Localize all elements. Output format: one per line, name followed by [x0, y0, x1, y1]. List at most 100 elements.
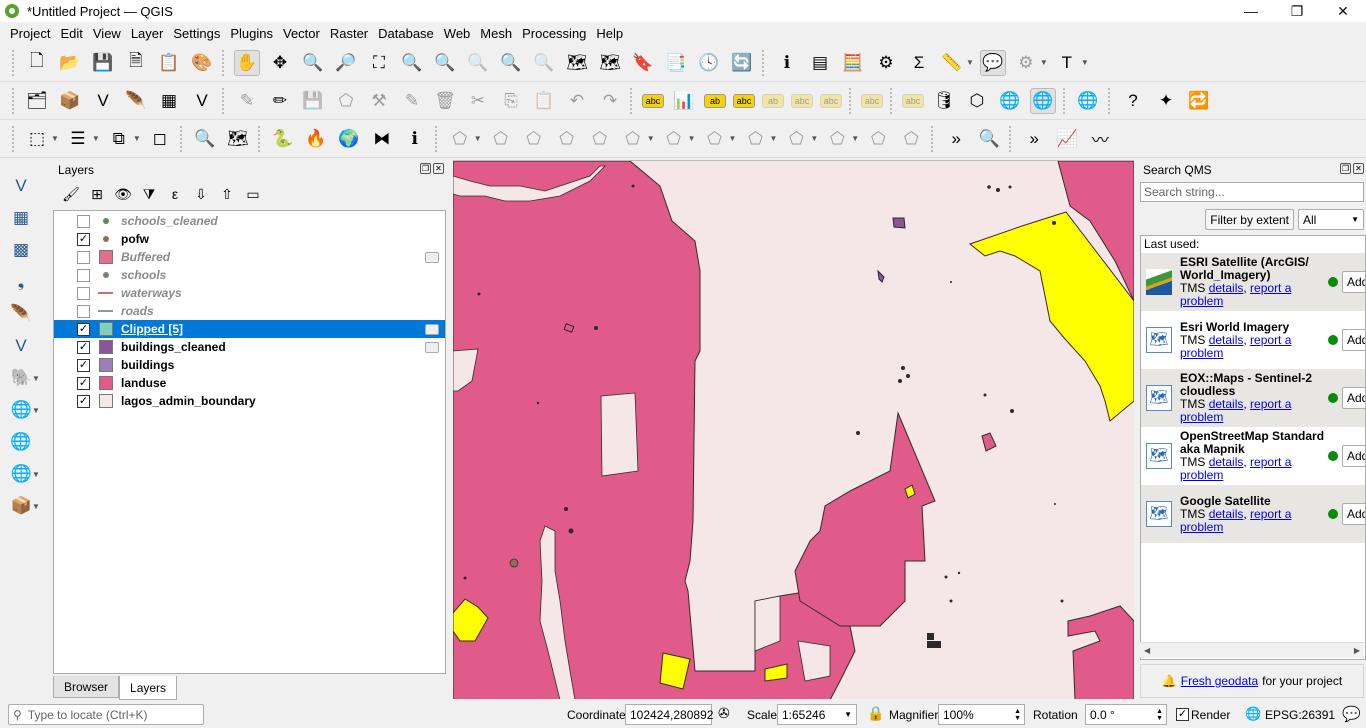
select-features-icon[interactable]: ⬚	[24, 126, 50, 152]
toolbar-grip[interactable]	[849, 87, 853, 114]
tab-layers[interactable]: Layers	[119, 676, 178, 700]
layer-symbol-icon[interactable]	[98, 340, 113, 355]
layer-tree[interactable]: schools_cleaned ✓ pofw Buffered schools water…	[53, 210, 446, 674]
layer-symbol-icon[interactable]	[98, 286, 113, 301]
toolbar-grip[interactable]	[762, 49, 766, 76]
layer-row[interactable]: roads	[54, 302, 445, 320]
show-hide-labels-icon[interactable]: ab	[762, 93, 784, 108]
measure-line-icon[interactable]: 📏	[939, 50, 965, 76]
close-panel-icon[interactable]: ✕	[433, 163, 444, 174]
modify-attributes-icon[interactable]: ✎	[399, 88, 425, 114]
diagram-icon[interactable]: 📊	[671, 88, 697, 114]
zoom-in-icon[interactable]: 🔍	[300, 50, 326, 76]
chevron-down-icon[interactable]: ▼	[51, 134, 59, 143]
temporal-controller-icon[interactable]: 🕓	[696, 50, 722, 76]
tab-browser[interactable]: Browser	[53, 676, 120, 698]
add-raster-layer-icon[interactable]: ▦	[8, 205, 34, 231]
toolbar-grip[interactable]	[12, 87, 16, 114]
zoom-to-layer-icon[interactable]: 🔍	[432, 50, 458, 76]
menu-layer[interactable]: Layer	[126, 26, 169, 41]
float-panel-icon[interactable]: ❐	[1340, 163, 1351, 174]
layer-visibility-checkbox[interactable]	[77, 286, 90, 300]
qms-service-item[interactable]: 🗺 OpenStreetMap Standard aka Mapnik TMS de…	[1141, 427, 1365, 485]
details-link[interactable]: details	[1209, 507, 1244, 521]
layer-row[interactable]: ✓ landuse	[54, 374, 445, 392]
refresh-icon[interactable]: 🔄	[729, 50, 755, 76]
menu-plugins[interactable]: Plugins	[225, 26, 278, 41]
add-virtual-layer-icon[interactable]: V	[8, 333, 34, 359]
heatmap-icon[interactable]: 🔥	[303, 126, 329, 152]
add-postgis-icon[interactable]: 🐘	[8, 365, 34, 391]
attribute-table-icon[interactable]: ▤	[807, 50, 833, 76]
label-props-icon[interactable]: abc	[902, 93, 924, 108]
field-calculator-icon[interactable]: 🧮	[840, 50, 866, 76]
toolbar-grip[interactable]	[890, 87, 894, 114]
float-panel-icon[interactable]: ❐	[420, 163, 431, 174]
digitize-1-icon[interactable]: ⬠	[447, 126, 473, 152]
render-checkbox[interactable]: ✓	[1176, 708, 1189, 721]
layer-visibility-checkbox[interactable]	[77, 250, 90, 264]
menu-mesh[interactable]: Mesh	[475, 26, 517, 41]
new-virtual-layer-icon[interactable]: ▦	[156, 88, 182, 114]
pin-labels-icon[interactable]: ab	[704, 93, 726, 108]
text-annotation-icon[interactable]: T	[1054, 50, 1080, 76]
layer-visibility-checkbox[interactable]: ✓	[77, 394, 90, 408]
menu-vector[interactable]: Vector	[278, 26, 325, 41]
digitize-5-icon[interactable]: ⬠	[587, 126, 613, 152]
data-source-manager-icon[interactable]: 🗂	[24, 88, 50, 114]
toolbar-grip[interactable]	[630, 87, 634, 114]
zoom-last-icon[interactable]: 🔍	[498, 50, 524, 76]
zoom-full-icon[interactable]: ⛶	[366, 50, 392, 76]
map-canvas[interactable]	[453, 160, 1134, 699]
minimize-button[interactable]: —	[1228, 0, 1274, 22]
toolbar-grip[interactable]	[1009, 125, 1013, 152]
add-xyz-icon[interactable]: 🌐	[8, 429, 34, 455]
digitize-9-icon[interactable]: ⬠	[742, 126, 768, 152]
label-settings-icon[interactable]: abc	[642, 93, 664, 108]
add-delimited-text-icon[interactable]: ❟	[8, 269, 34, 295]
add-vector-layer-icon[interactable]: V	[8, 173, 34, 199]
toolbar-grip[interactable]	[1108, 87, 1112, 114]
layer-symbol-icon[interactable]	[98, 214, 113, 229]
copy-features-icon[interactable]: ⎘	[498, 88, 524, 114]
layer-symbol-icon[interactable]	[98, 268, 113, 283]
new-map-view-icon[interactable]: 🗺	[564, 50, 590, 76]
qms-service-item[interactable]: ESRI Satellite (ArcGIS/ World_Imagery) TM…	[1141, 253, 1365, 311]
chevron-down-icon[interactable]: ▼	[688, 134, 696, 143]
manage-visibility-icon[interactable]: 👁	[113, 186, 133, 203]
scroll-left-icon[interactable]: ◀	[1144, 646, 1150, 655]
chevron-down-icon[interactable]: ▼	[769, 134, 777, 143]
chevron-down-icon[interactable]: ▼	[851, 134, 859, 143]
digitize-7-icon[interactable]: ⬠	[661, 126, 687, 152]
add-service-button[interactable]: Add	[1342, 271, 1365, 293]
scale-combo[interactable]: 1:65246 ▼	[777, 704, 857, 725]
layer-visibility-checkbox[interactable]	[77, 304, 90, 318]
menu-project[interactable]: Project	[5, 26, 55, 41]
rotation-spinbox[interactable]: 0.0 ° ▲ ▼	[1085, 704, 1167, 725]
run-action-icon[interactable]: ⚙	[1013, 50, 1039, 76]
qms-service-item[interactable]: 🗺 Esri World Imagery TMS details, report a…	[1141, 311, 1365, 369]
pan-to-selection-icon[interactable]: ✥	[267, 50, 293, 76]
show-bookmarks-icon[interactable]: 📑	[663, 50, 689, 76]
zoom-out-icon[interactable]: 🔎	[333, 50, 359, 76]
select-by-value-icon[interactable]: ☰	[65, 126, 91, 152]
statistical-summary-icon[interactable]: Σ	[906, 50, 932, 76]
digitize-2-icon[interactable]: ⬠	[488, 126, 514, 152]
chevron-down-icon[interactable]: ▼	[474, 134, 482, 143]
toolbar-grip[interactable]	[257, 125, 262, 152]
restore-button[interactable]: ❐	[1274, 0, 1320, 22]
layer-row[interactable]: ✓ Clipped [5]	[54, 320, 445, 338]
identify-plugin-icon[interactable]: ℹ	[402, 126, 428, 152]
map-tips-icon[interactable]: 💬	[979, 49, 1006, 76]
layer-visibility-checkbox[interactable]: ✓	[77, 322, 90, 336]
plugin-map-icon[interactable]: 🗺	[225, 126, 251, 152]
locate-icon[interactable]: 🔍	[976, 126, 1002, 152]
qms-type-select[interactable]: All ▼	[1298, 209, 1364, 230]
lock-scale-icon[interactable]: 🔒	[867, 705, 884, 722]
layer-visibility-checkbox[interactable]: ✓	[77, 340, 90, 354]
toolbar-grip[interactable]	[222, 87, 226, 114]
layer-visibility-checkbox[interactable]: ✓	[77, 376, 90, 390]
temporary-layer-icon[interactable]	[425, 251, 439, 263]
qms-service-item[interactable]: 🗺 EOX::Maps - Sentinel-2 cloudless TMS det…	[1141, 369, 1365, 427]
menu-processing[interactable]: Processing	[517, 26, 591, 41]
